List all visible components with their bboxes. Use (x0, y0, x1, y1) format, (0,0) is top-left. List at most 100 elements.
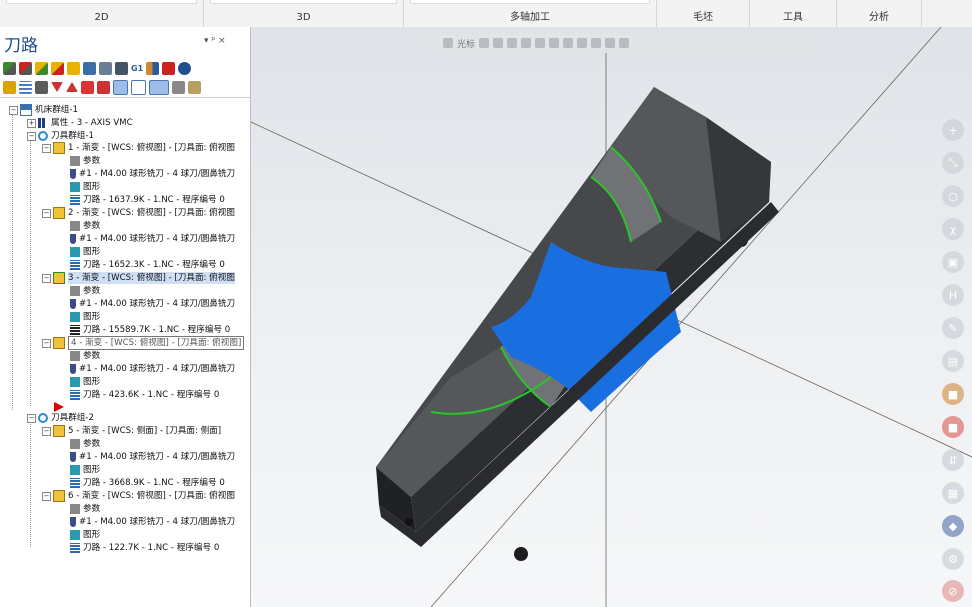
display-options-icon[interactable] (149, 79, 169, 95)
chart-icon[interactable]: ▦ (942, 482, 964, 504)
cursor-label[interactable]: 光标 (457, 37, 475, 50)
regen-dirty-icon[interactable] (51, 61, 64, 75)
tree-tool-group-2[interactable]: − 刀具群组-2 (27, 412, 94, 424)
collapse-icon[interactable]: − (27, 413, 36, 423)
deselect-icon[interactable] (19, 61, 32, 75)
collapse-icon[interactable]: − (42, 338, 51, 348)
tree-machine-group[interactable]: − 机床群组-1 (9, 104, 78, 116)
clear-icon[interactable] (619, 38, 630, 48)
ribbon-group-analysis[interactable]: 分析 (837, 0, 922, 27)
collapse-icon[interactable]: − (42, 426, 51, 436)
toggle-display-icon[interactable] (19, 80, 32, 94)
camera-icon[interactable]: ▣ (942, 251, 964, 273)
help-icon[interactable] (178, 61, 192, 75)
collapse-icon[interactable]: − (42, 143, 51, 153)
collapse-icon[interactable]: − (42, 491, 51, 501)
verify-icon[interactable] (67, 61, 80, 75)
graphics-viewport[interactable]: 光标 + ⤡ ○ χ ▣ H ✎ ▤ ■ ■ ⇵ ▦ ◆ ⚙ ⊘ (251, 27, 972, 607)
tree-geometry[interactable]: 图形 (70, 311, 100, 323)
collapse-icon[interactable]: − (9, 105, 18, 115)
g1-icon[interactable]: G1 (131, 64, 143, 73)
batch-icon[interactable] (172, 80, 185, 94)
tree-tool[interactable]: #1 - M4.00 球形铣刀 - 4 球刀/圆鼻铣刀 (70, 451, 235, 463)
tree-params[interactable]: 参数 (70, 350, 100, 362)
tree-geometry[interactable]: 图形 (70, 529, 100, 541)
highfeed-icon[interactable] (162, 61, 176, 75)
tree-toolpath[interactable]: 刀路 - 3668.9K - 1.NC - 程序编号 0 (70, 477, 225, 489)
mask-icon[interactable] (605, 38, 616, 48)
tree-operation-2[interactable]: − 2 - 渐变 - [WCS: 俯视图] - [刀具面: 俯视图 (42, 207, 235, 219)
layer-icon[interactable]: ▤ (942, 350, 964, 372)
tree-operation-4[interactable]: − 4 - 渐变 - [WCS: 俯视图] - [刀具面: 俯视图] (42, 336, 245, 350)
select-all-icon[interactable] (3, 61, 16, 75)
flip-icon[interactable]: ⇵ (942, 449, 964, 471)
tree-operation-3[interactable]: − 3 - 渐变 - [WCS: 俯视图] - [刀具面: 俯视图 (42, 272, 235, 284)
view-icon[interactable] (577, 38, 588, 48)
move-down-icon[interactable] (51, 82, 63, 92)
collapse-icon[interactable]: − (42, 273, 51, 283)
grid-icon[interactable] (591, 38, 602, 48)
solid-icon[interactable] (535, 38, 546, 48)
expand-icon[interactable]: + (27, 118, 36, 128)
tree-tool-group-1[interactable]: − 刀具群组-1 (27, 130, 94, 142)
tree-toolpath[interactable]: 刀路 - 122.7K - 1.NC - 程序编号 0 (70, 542, 219, 554)
tree-tool[interactable]: #1 - M4.00 球形铣刀 - 4 球刀/圆鼻铣刀 (70, 233, 235, 245)
ribbon-group-2d[interactable]: 2D (0, 0, 204, 27)
tree-geometry[interactable]: 图形 (70, 181, 100, 193)
color-red-icon[interactable]: ■ (942, 416, 964, 438)
tree-operation-6[interactable]: − 6 - 渐变 - [WCS: 俯视图] - [刀具面: 俯视图 (42, 490, 235, 502)
tree-tool[interactable]: #1 - M4.00 球形铣刀 - 4 球刀/圆鼻铣刀 (70, 298, 235, 310)
probe-icon[interactable] (188, 80, 201, 94)
backplot-icon[interactable] (83, 61, 96, 75)
curve-icon[interactable]: χ (942, 218, 964, 240)
move-up-icon[interactable] (66, 82, 78, 92)
tree-toolpath[interactable]: 刀路 - 423.6K - 1.NC - 程序编号 0 (70, 389, 219, 401)
tree-toolpath[interactable]: 刀路 - 1637.9K - 1.NC - 程序编号 0 (70, 194, 225, 206)
simulate-icon[interactable] (99, 61, 112, 75)
show-all-icon[interactable] (131, 79, 146, 95)
cube-icon[interactable] (521, 38, 532, 48)
tree-toolpath[interactable]: 刀路 - 15589.7K - 1.NC - 程序编号 0 (70, 324, 230, 336)
paint-icon[interactable]: ✎ (942, 317, 964, 339)
tree-params[interactable]: 参数 (70, 155, 100, 167)
tree-tool[interactable]: #1 - M4.00 球形铣刀 - 4 球刀/圆鼻铣刀 (70, 168, 235, 180)
color-icon[interactable]: ■ (942, 383, 964, 405)
fit-icon[interactable]: ⤡ (942, 152, 964, 174)
ribbon-group-multiaxis[interactable]: 多轴加工 (404, 0, 657, 27)
regen-selected-icon[interactable] (35, 61, 48, 75)
arrow-icon[interactable] (507, 38, 518, 48)
post-icon[interactable] (146, 61, 160, 75)
collapse-icon[interactable]: − (42, 208, 51, 218)
tree-geometry[interactable]: 图形 (70, 376, 100, 388)
tree-operation-5[interactable]: − 5 - 渐变 - [WCS: 侧面] - [刀具面: 侧面] (42, 425, 221, 437)
stock-verify-icon[interactable] (115, 61, 128, 75)
rotate-icon[interactable]: ○ (942, 185, 964, 207)
viewport-toolbar[interactable]: 光标 (429, 33, 811, 53)
point-icon[interactable] (493, 38, 504, 48)
ribbon-group-tools[interactable]: 工具 (750, 0, 837, 27)
lock-icon[interactable] (3, 80, 16, 94)
zoom-in-icon[interactable]: + (942, 119, 964, 141)
ribbon-group-stock[interactable]: 毛坯 (657, 0, 750, 27)
tree-properties[interactable]: + 属性 - 3 - AXIS VMC (27, 117, 133, 129)
wire-icon[interactable] (563, 38, 574, 48)
show-selected-icon[interactable] (113, 79, 128, 95)
tree-params[interactable]: 参数 (70, 285, 100, 297)
section-icon[interactable]: H (942, 284, 964, 306)
select-icon[interactable] (443, 38, 453, 48)
tree-geometry[interactable]: 图形 (70, 464, 100, 476)
ribbon-group-3d[interactable]: 3D (204, 0, 404, 27)
tree-operation-1[interactable]: − 1 - 渐变 - [WCS: 俯视图] - [刀具面: 俯视图 (42, 142, 235, 154)
face-icon[interactable] (549, 38, 560, 48)
tree-params[interactable]: 参数 (70, 220, 100, 232)
tree-geometry[interactable]: 图形 (70, 246, 100, 258)
collapse-icon[interactable]: − (27, 131, 36, 141)
gear-icon[interactable]: ⚙ (942, 548, 964, 570)
tree-params[interactable]: 参数 (70, 438, 100, 450)
toggle-post-icon[interactable] (35, 80, 48, 94)
tree-tool[interactable]: #1 - M4.00 球形铣刀 - 4 球刀/圆鼻铣刀 (70, 516, 235, 528)
insert-arrow-icon[interactable] (81, 80, 94, 94)
scroll-icon[interactable] (97, 80, 110, 94)
tree-params[interactable]: 参数 (70, 503, 100, 515)
tree-tool[interactable]: #1 - M4.00 球形铣刀 - 4 球刀/圆鼻铣刀 (70, 363, 235, 375)
